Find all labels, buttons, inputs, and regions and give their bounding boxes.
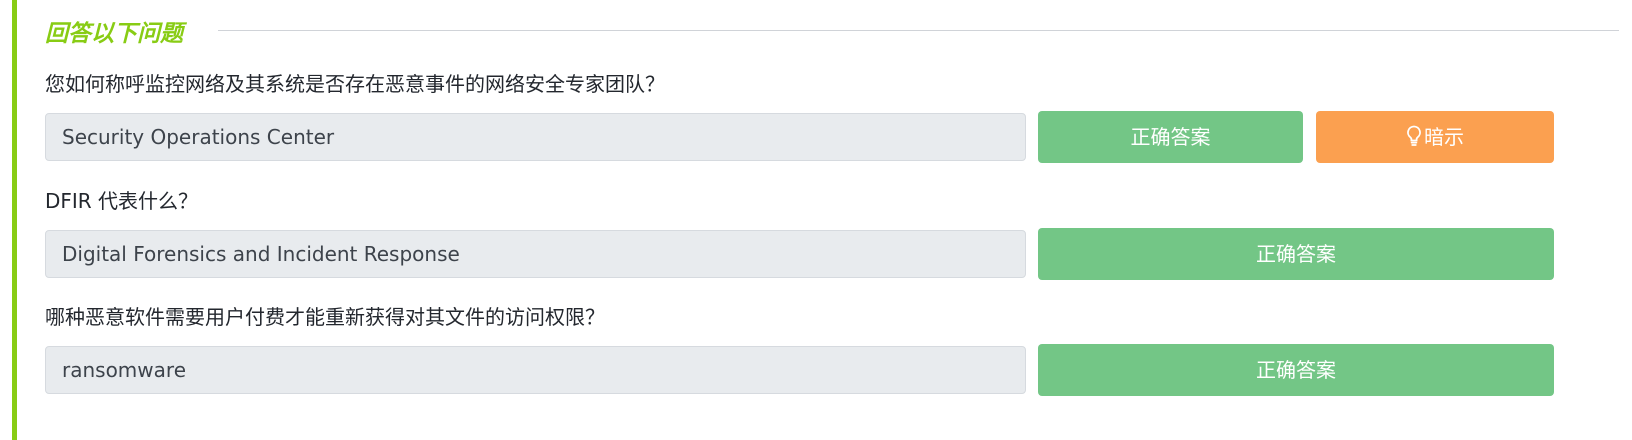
- question-3-correct-answer-button[interactable]: 正确答案: [1038, 344, 1554, 396]
- question-1-correct-answer-button[interactable]: 正确答案: [1038, 111, 1303, 163]
- question-2-answer-field[interactable]: Digital Forensics and Incident Response: [45, 230, 1026, 278]
- question-3-text: 哪种恶意软件需要用户付费才能重新获得对其文件的访问权限？: [45, 305, 605, 329]
- question-1-answer-field[interactable]: Security Operations Center: [45, 113, 1026, 161]
- lightbulb-icon: [1406, 114, 1422, 166]
- section-accent-bar: [12, 0, 17, 440]
- hint-button-label: 暗示: [1424, 125, 1464, 149]
- question-2-correct-answer-button[interactable]: 正确答案: [1038, 228, 1554, 280]
- question-3-answer-field[interactable]: ransomware: [45, 346, 1026, 394]
- question-2-text: DFIR 代表什么？: [45, 189, 199, 213]
- section-header: 回答以下问题: [45, 12, 1619, 48]
- question-1-text: 您如何称呼监控网络及其系统是否存在恶意事件的网络安全专家团队？: [45, 72, 665, 96]
- section-title: 回答以下问题: [45, 20, 183, 47]
- question-1-hint-button[interactable]: 暗示: [1316, 111, 1554, 163]
- section-divider: [218, 30, 1619, 31]
